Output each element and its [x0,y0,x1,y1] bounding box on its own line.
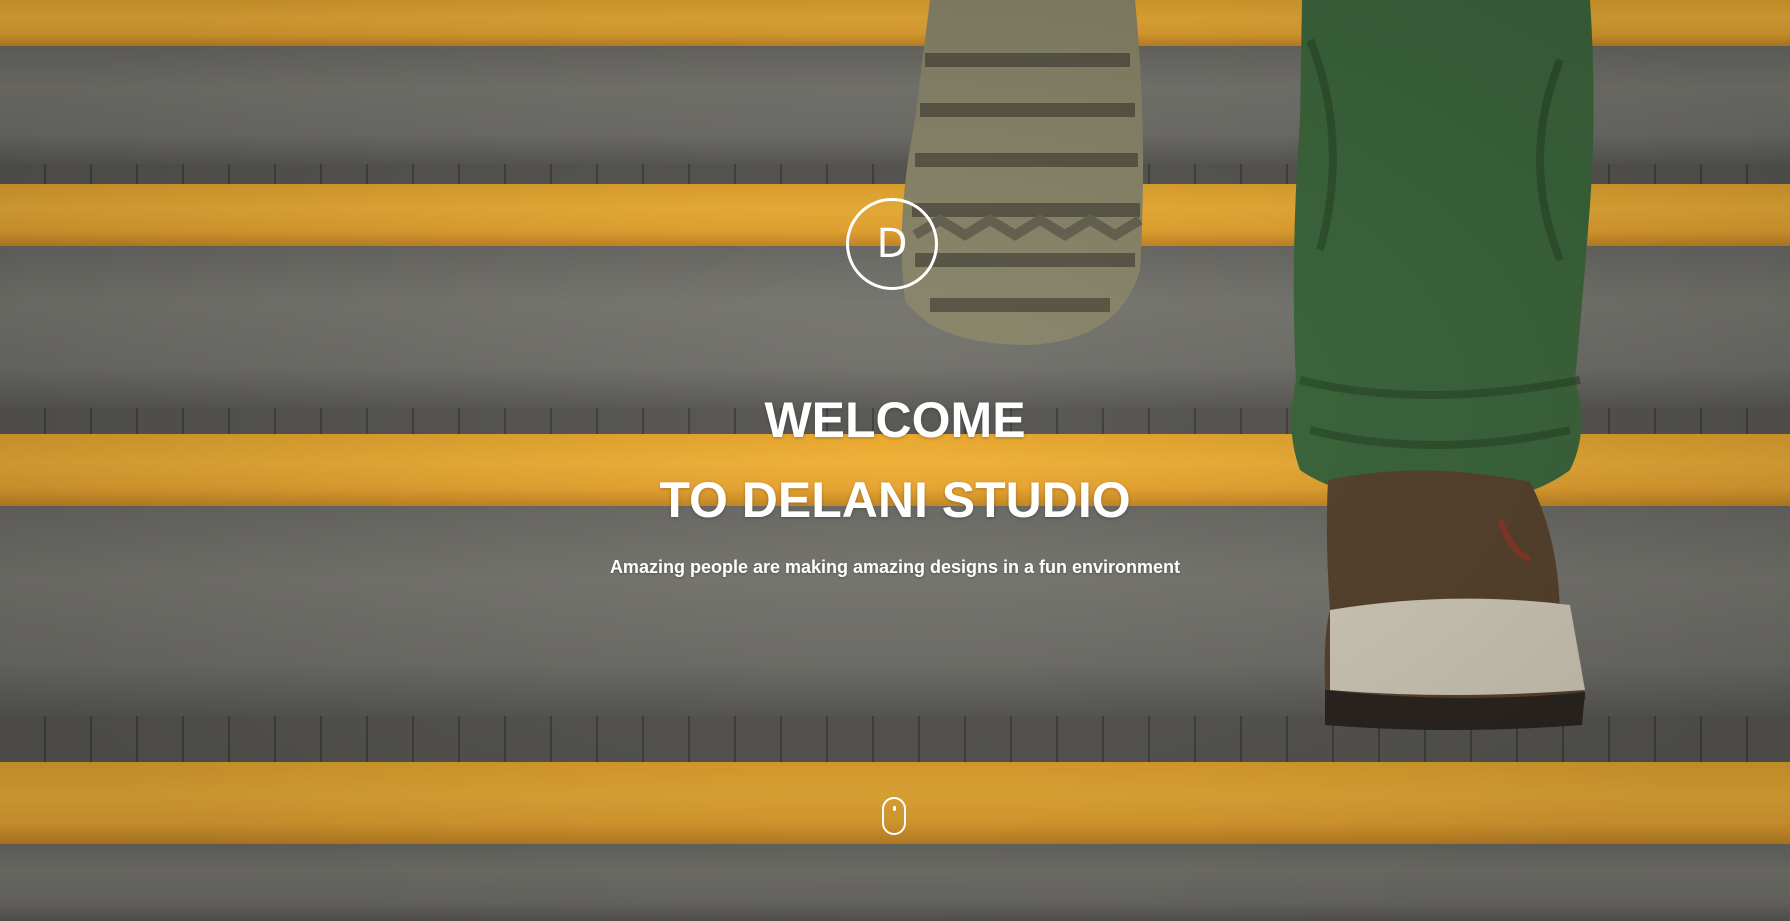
hero-title: WELCOME TO DELANI STUDIO [0,380,1790,540]
hero-title-line-1: WELCOME [764,392,1026,448]
hero-section: D WELCOME TO DELANI STUDIO Amazing peopl… [0,0,1790,921]
hero-title-line-2: TO DELANI STUDIO [659,472,1131,528]
logo-circle-d-icon[interactable]: D [846,198,938,290]
logo-letter: D [876,221,908,267]
hero-subtitle: Amazing people are making amazing design… [609,557,1181,577]
mouse-scroll-icon[interactable] [882,797,906,835]
